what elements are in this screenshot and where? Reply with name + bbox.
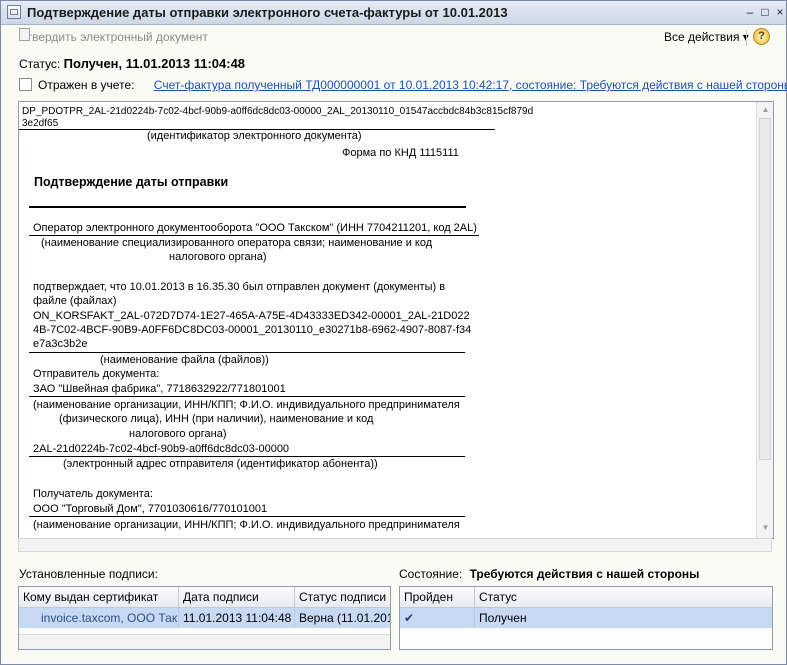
window-title: Подтверждение даты отправки электронного…	[27, 5, 508, 20]
document-horizontal-scrollbar[interactable]	[18, 538, 772, 552]
doc-id-caption: (идентификатор электронного документа)	[147, 130, 362, 142]
sender-caption-1: (наименование организации, ИНН/КПП; Ф.И.…	[33, 399, 460, 411]
signatures-table-header: Кому выдан сертификат Дата подписи Стату…	[19, 587, 390, 608]
scroll-up-icon[interactable]: ▲	[760, 104, 771, 116]
form-code: Форма по КНД 1115111	[342, 147, 459, 159]
toolbar: Утвердить электронный документ Все дейст…	[1, 25, 786, 49]
reflected-checkbox[interactable]	[19, 78, 32, 91]
signatures-label: Установленные подписи:	[19, 567, 158, 581]
file-name-line-1: ON_KORSFAKT_2AL-072D7D74-1E27-465A-A75E-…	[33, 310, 470, 322]
sign-date-cell: 11.01.2013 11:04:48	[179, 608, 295, 628]
confirm-line-1: подтверждает, что 10.01.2013 в 16.35.30 …	[33, 281, 446, 293]
approve-document-button[interactable]: Утвердить электронный документ	[19, 28, 208, 46]
reflected-row: Отражен в учете: Счет-фактура полученный…	[19, 78, 787, 92]
sender-caption-2: (физического лица), ИНН (при наличии), н…	[59, 413, 374, 425]
certificate-cell: invoice.taxcom, ООО Так...	[19, 608, 179, 628]
passed-check-icon: ✔	[400, 608, 475, 628]
table-row[interactable]: ✔ Получен	[400, 608, 772, 628]
divider	[29, 396, 465, 397]
confirm-line-2: файле (файлах)	[33, 295, 117, 307]
sender-address: 2AL-21d0224b-7c02-4bcf-90b9-a0ff6dc8dc03…	[33, 443, 290, 455]
column-header-passed[interactable]: Пройден	[400, 587, 475, 607]
status-cell: Получен	[479, 611, 527, 625]
invoice-link[interactable]: Счет-фактура полученный ТД000000001 от 1…	[154, 78, 787, 92]
operator-caption-2: налогового органа)	[169, 251, 267, 263]
sign-status-cell: Верна (11.01.2013	[299, 611, 390, 625]
operator-caption-1: (наименование специализированного операт…	[41, 237, 433, 249]
sender-value: ЗАО "Швейная фабрика", 7718632922/771801…	[33, 383, 286, 395]
file-name-line-2: 4B-7C02-4BCF-90B9-A0FF6DC8DC03-00001_201…	[33, 324, 472, 336]
state-row: Состояние: Требуются действия с нашей ст…	[399, 567, 699, 581]
toolbar-divider	[746, 30, 747, 46]
document-window: Подтверждение даты отправки электронного…	[0, 0, 787, 665]
close-button[interactable]: ×	[771, 4, 787, 20]
divider	[29, 206, 466, 208]
column-header-sign-status[interactable]: Статус подписи	[295, 587, 390, 607]
sender-heading: Отправитель документа:	[33, 368, 160, 380]
title-bar: Подтверждение даты отправки электронного…	[1, 1, 786, 25]
status-value: Получен, 11.01.2013 11:04:48	[63, 56, 246, 71]
scroll-down-icon[interactable]: ▼	[760, 522, 771, 534]
sender-address-caption: (электронный адрес отправителя (идентифи…	[63, 458, 378, 470]
status-row: Статус: Получен, 11.01.2013 11:04:48	[19, 56, 245, 71]
help-icon[interactable]: ?	[753, 28, 770, 45]
status-label: Статус:	[19, 57, 61, 71]
scrollbar-thumb[interactable]	[759, 118, 771, 460]
sender-caption-3: налогового органа)	[129, 428, 227, 440]
window-icon	[7, 5, 21, 19]
column-header-status[interactable]: Статус	[475, 587, 772, 607]
doc-id-line-1: DP_PDOTPR_2AL-21d0224b-7c02-4bcf-90b9-a0…	[22, 106, 534, 117]
recipient-value: ООО "Торговый Дом", 7701030616/770101001	[33, 503, 268, 515]
document-vertical-scrollbar[interactable]: ▲ ▼	[756, 102, 773, 538]
state-value: Требуются действия с нашей стороны	[469, 567, 700, 581]
state-label: Состояние:	[399, 567, 463, 581]
signatures-table[interactable]: Кому выдан сертификат Дата подписи Стату…	[18, 586, 391, 650]
column-header-sign-date[interactable]: Дата подписи	[179, 587, 295, 607]
document-heading: Подтверждение даты отправки	[34, 175, 229, 189]
reflected-label: Отражен в учете:	[38, 78, 135, 92]
signatures-horizontal-scrollbar[interactable]	[19, 634, 390, 649]
approve-document-label: Утвердить электронный документ	[19, 30, 208, 44]
document-icon	[19, 28, 30, 41]
state-table[interactable]: Пройден Статус ✔ Получен	[399, 586, 773, 650]
all-actions-menu[interactable]: Все действия ▾	[664, 28, 749, 46]
operator-line: Оператор электронного документооборота "…	[33, 222, 477, 234]
table-row[interactable]: invoice.taxcom, ООО Так... 11.01.2013 11…	[19, 608, 390, 628]
recipient-caption-1: (наименование организации, ИНН/КПП; Ф.И.…	[33, 519, 460, 531]
document-viewer[interactable]: DP_PDOTPR_2AL-21d0224b-7c02-4bcf-90b9-a0…	[18, 101, 774, 539]
divider	[29, 516, 465, 517]
recipient-heading: Получатель документа:	[33, 488, 153, 500]
document-content: DP_PDOTPR_2AL-21d0224b-7c02-4bcf-90b9-a0…	[19, 102, 756, 538]
file-name-caption: (наименование файла (файлов))	[100, 354, 269, 366]
column-header-certificate[interactable]: Кому выдан сертификат	[19, 587, 179, 607]
state-table-header: Пройден Статус	[400, 587, 772, 608]
file-name-line-3: e7a3c3b2e	[33, 338, 88, 350]
